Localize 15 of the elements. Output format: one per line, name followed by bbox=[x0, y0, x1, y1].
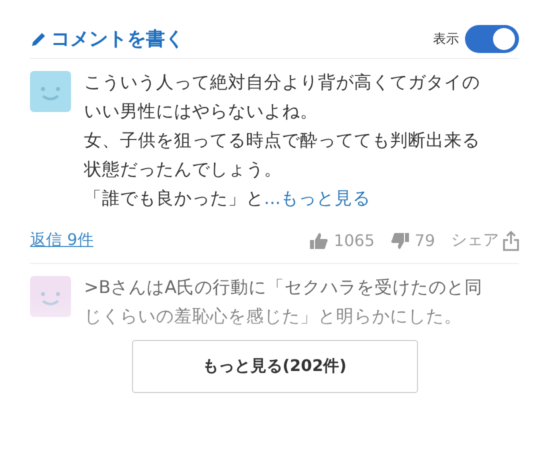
comment-text: >BさんはA氏の行動に「セクハラを受けたのと同 じくらいの羞恥心を感じた」と明らかにした。 bbox=[84, 277, 483, 329]
write-comment-link[interactable]: コメントを書く bbox=[30, 26, 184, 52]
share-icon bbox=[503, 230, 519, 250]
display-label: 表示 bbox=[433, 31, 459, 48]
pencil-icon bbox=[30, 30, 48, 48]
thumbs-down-icon[interactable] bbox=[390, 232, 409, 248]
replies-link[interactable]: 返信 9件 bbox=[30, 230, 94, 251]
share-button[interactable]: シェア bbox=[451, 230, 519, 251]
thumbs-up-icon[interactable] bbox=[310, 232, 328, 248]
show-more-button[interactable]: もっと見る(202件) bbox=[132, 340, 418, 393]
like-count: 1065 bbox=[334, 231, 375, 250]
display-toggle[interactable] bbox=[465, 25, 519, 53]
comment-text: こういう人って絶対自分より背が高くてガタイの いい男性にはやらないよね。 女、子供を狙ってる時点で酔ってても判断出来る 状態だったんでしょう。 「誰でも良かった」と...もっと見る bbox=[84, 72, 480, 211]
show-more-link[interactable]: ...もっと見る bbox=[264, 189, 371, 209]
dislike-count: 79 bbox=[414, 231, 435, 250]
